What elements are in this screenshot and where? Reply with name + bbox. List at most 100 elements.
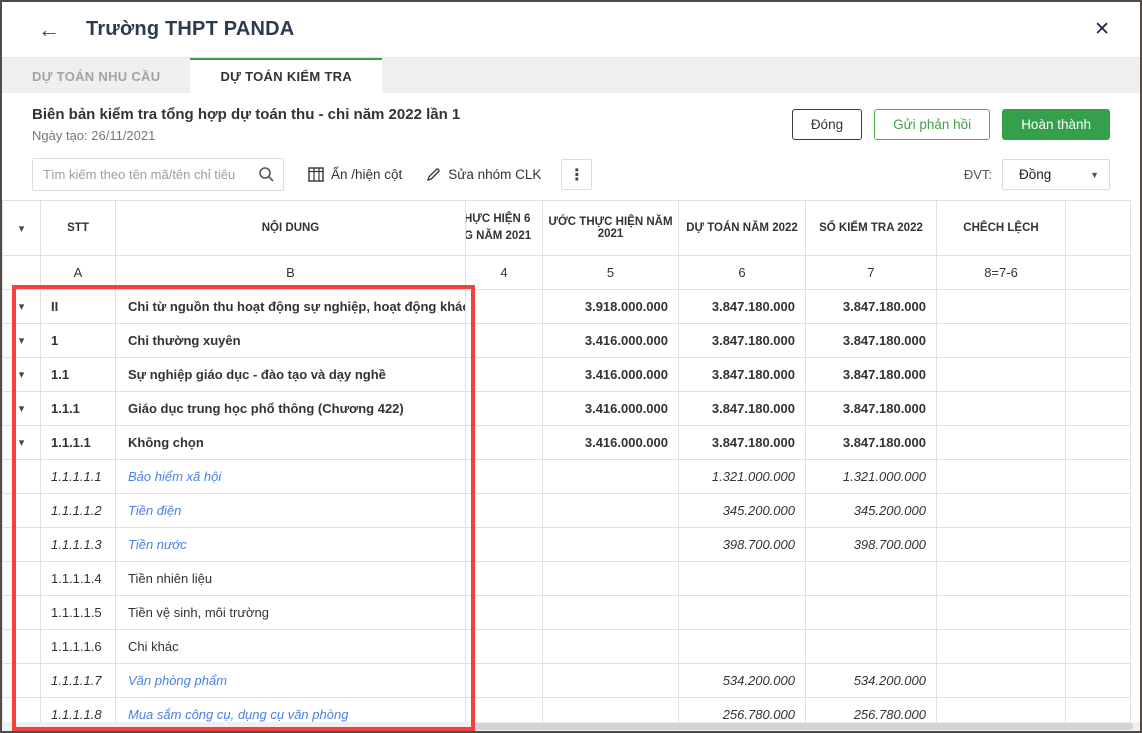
row-content[interactable]: Văn phòng phẩm [116, 664, 466, 698]
search-input[interactable] [43, 167, 258, 182]
row-budget-2022-value: 1.321.000.000 [679, 460, 806, 494]
close-icon[interactable]: ✕ [1088, 14, 1116, 45]
row-budget-2022-value: 3.847.180.000 [679, 426, 806, 460]
row-check-2022-value [806, 562, 937, 596]
back-arrow-icon[interactable]: ← [38, 19, 60, 41]
row-diff-value [937, 392, 1066, 426]
row-col4-value [466, 324, 543, 358]
row-est-2021-value: 3.416.000.000 [543, 324, 679, 358]
row-stt: II [41, 290, 116, 324]
row-content: Không chọn [116, 426, 466, 460]
send-feedback-button[interactable]: Gửi phản hồi [874, 109, 990, 140]
header-caret-icon[interactable]: ▾ [3, 201, 41, 256]
row-est-2021-value [543, 460, 679, 494]
row-col4-value [466, 460, 543, 494]
row-expand-icon[interactable]: ▾ [3, 392, 41, 426]
row-expand-icon[interactable]: ▾ [3, 324, 41, 358]
unit-select[interactable]: Đồng ▼ [1002, 159, 1110, 190]
row-col4-value [466, 494, 543, 528]
row-content[interactable]: Tiền điện [116, 494, 466, 528]
row-est-2021-value: 3.416.000.000 [543, 426, 679, 460]
row-content[interactable]: Bảo hiểm xã hội [116, 460, 466, 494]
subheader-cell: 7 [806, 256, 937, 290]
row-col4-value [466, 358, 543, 392]
header-empty [1066, 201, 1131, 256]
header-uoc-thuc-hien: ƯỚC THỰC HIỆN NĂM 2021 [543, 201, 679, 256]
pencil-icon [426, 167, 441, 182]
row-stt: 1.1.1.1.4 [41, 562, 116, 596]
row-diff-value [937, 460, 1066, 494]
title-bar: ← Trường THPT PANDA ✕ [2, 2, 1140, 57]
row-filler-cell [1066, 460, 1131, 494]
row-content: Chi khác [116, 630, 466, 664]
row-budget-2022-value: 398.700.000 [679, 528, 806, 562]
row-check-2022-value: 1.321.000.000 [806, 460, 937, 494]
horizontal-scrollbar[interactable] [2, 722, 1140, 731]
header-stt: STT [41, 201, 116, 256]
budget-table: ▾ STT NỘI DUNG HỰC HIỆN 6G NĂM 2021 ƯỚC … [2, 200, 1131, 732]
row-check-2022-value: 3.847.180.000 [806, 392, 937, 426]
row-filler-cell [1066, 596, 1131, 630]
row-expand-icon[interactable]: ▾ [3, 426, 41, 460]
table-row: 1.1.1.1.3Tiền nước398.700.000398.700.000 [3, 528, 1131, 562]
row-content[interactable]: Tiền nước [116, 528, 466, 562]
row-est-2021-value [543, 630, 679, 664]
row-check-2022-value [806, 596, 937, 630]
row-check-2022-value: 3.847.180.000 [806, 324, 937, 358]
row-content: Sự nghiệp giáo dục - đào tạo và dạy nghề [116, 358, 466, 392]
header-noi-dung: NỘI DUNG [116, 201, 466, 256]
row-filler-cell [1066, 562, 1131, 596]
row-stt: 1 [41, 324, 116, 358]
subheader-cell [3, 256, 41, 290]
complete-button[interactable]: Hoàn thành [1002, 109, 1110, 140]
tab-du-toan-nhu-cau[interactable]: DỰ TOÁN NHU CẦU [2, 58, 190, 93]
row-diff-value [937, 596, 1066, 630]
row-budget-2022-value: 3.847.180.000 [679, 290, 806, 324]
row-stt: 1.1.1.1.7 [41, 664, 116, 698]
edit-clk-group-button[interactable]: Sửa nhóm CLK [426, 167, 541, 182]
row-check-2022-value: 534.200.000 [806, 664, 937, 698]
row-filler-cell [1066, 290, 1131, 324]
table-row: 1.1.1.1.6Chi khác [3, 630, 1131, 664]
row-filler-cell [1066, 630, 1131, 664]
hide-show-columns-button[interactable]: Ẩn /hiện cột [308, 167, 402, 182]
row-col4-value [466, 630, 543, 664]
row-content: Giáo dục trung học phổ thông (Chương 422… [116, 392, 466, 426]
row-est-2021-value [543, 596, 679, 630]
row-col4-value [466, 426, 543, 460]
row-est-2021-value [543, 562, 679, 596]
row-est-2021-value: 3.416.000.000 [543, 392, 679, 426]
row-expand-icon[interactable]: ▾ [3, 358, 41, 392]
document-header: Biên bản kiểm tra tổng hợp dự toán thu -… [2, 93, 1140, 154]
close-button[interactable]: Đóng [792, 109, 862, 140]
row-diff-value [937, 562, 1066, 596]
row-stt: 1.1.1.1 [41, 426, 116, 460]
unit-label: ĐVT: [964, 167, 992, 182]
row-diff-value [937, 494, 1066, 528]
scrollbar-thumb[interactable] [473, 723, 1133, 730]
search-icon[interactable] [258, 166, 275, 183]
row-caret-empty [3, 460, 41, 494]
subheader-cell: 6 [679, 256, 806, 290]
table-row: ▾IIChi từ nguồn thu hoạt động sự nghiệp,… [3, 290, 1131, 324]
row-expand-icon[interactable]: ▾ [3, 290, 41, 324]
row-caret-empty [3, 528, 41, 562]
row-diff-value [937, 324, 1066, 358]
row-filler-cell [1066, 358, 1131, 392]
subheader-cell: 8=7-6 [937, 256, 1066, 290]
row-diff-value [937, 528, 1066, 562]
row-filler-cell [1066, 664, 1131, 698]
row-col4-value [466, 562, 543, 596]
more-options-button[interactable]: ⋮ [561, 159, 592, 190]
row-budget-2022-value [679, 630, 806, 664]
hide-show-columns-label: Ẩn /hiện cột [331, 167, 402, 182]
row-diff-value [937, 664, 1066, 698]
tab-du-toan-kiem-tra[interactable]: DỰ TOÁN KIỂM TRA [190, 58, 382, 93]
row-budget-2022-value [679, 596, 806, 630]
row-stt: 1.1 [41, 358, 116, 392]
subheader-cell: 4 [466, 256, 543, 290]
row-filler-cell [1066, 426, 1131, 460]
row-caret-empty [3, 494, 41, 528]
row-stt: 1.1.1.1.1 [41, 460, 116, 494]
row-stt: 1.1.1.1.5 [41, 596, 116, 630]
